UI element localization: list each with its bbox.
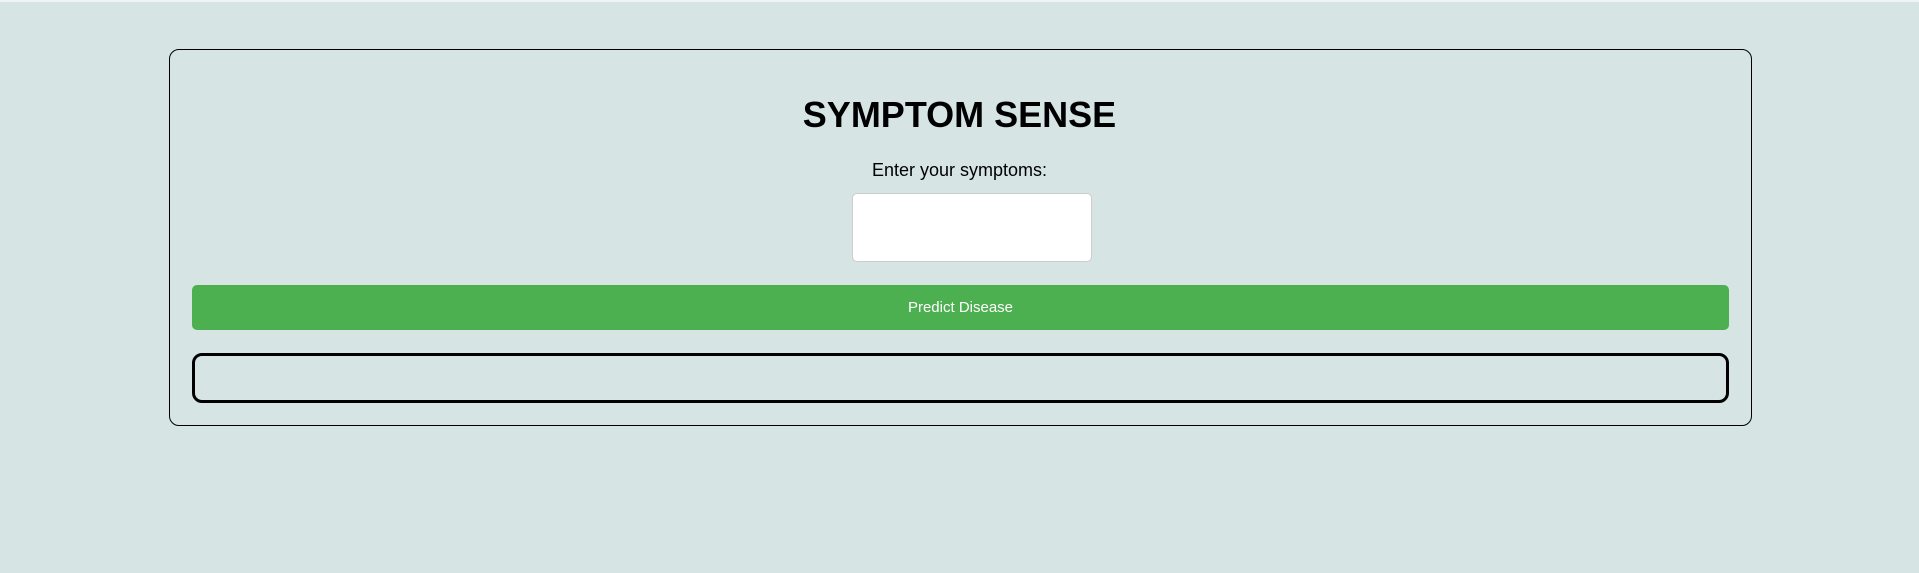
- predict-disease-button[interactable]: Predict Disease: [192, 285, 1729, 330]
- symptoms-input[interactable]: [852, 193, 1092, 262]
- symptoms-label: Enter your symptoms:: [871, 160, 1048, 180]
- page-title: SYMPTOM SENSE: [802, 94, 1117, 135]
- prediction-result-box: [192, 353, 1729, 403]
